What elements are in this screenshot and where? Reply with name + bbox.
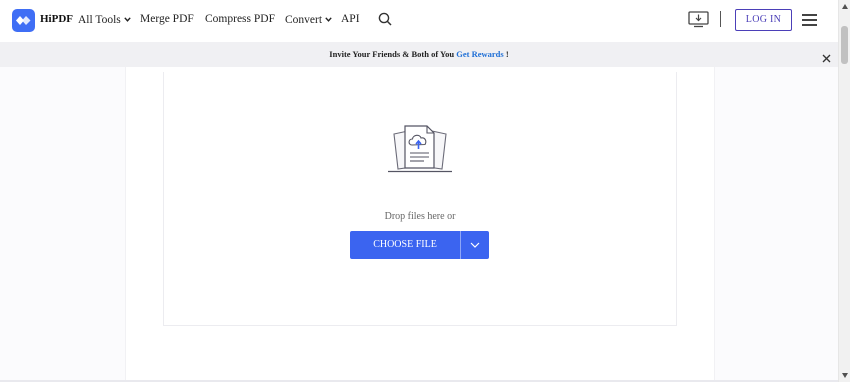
banner-text-end: !: [503, 49, 509, 59]
nav-convert[interactable]: Convert: [285, 13, 332, 26]
get-rewards-link[interactable]: Get Rewards: [456, 49, 503, 59]
nav-merge-pdf[interactable]: Merge PDF: [140, 13, 194, 25]
hipdf-logo-icon[interactable]: [12, 9, 35, 32]
download-desktop-icon[interactable]: [688, 11, 709, 28]
drop-files-text: Drop files here or: [384, 211, 456, 222]
nav-all-tools-label: All Tools: [78, 14, 121, 26]
file-drop-zone[interactable]: [163, 72, 677, 326]
nav-compress-pdf[interactable]: Compress PDF: [205, 13, 275, 25]
vertical-scrollbar[interactable]: [838, 0, 850, 382]
brand-name[interactable]: HiPDF: [40, 13, 73, 25]
header-divider: [720, 11, 721, 27]
banner-text: Invite Your Friends & Both of You Get Re…: [0, 49, 838, 59]
login-button[interactable]: LOG IN: [735, 9, 792, 31]
search-icon[interactable]: [378, 12, 392, 26]
choose-file-dropdown-button[interactable]: [460, 231, 489, 259]
chevron-down-icon: [124, 13, 131, 25]
banner-text-start: Invite Your Friends & Both of You: [329, 49, 457, 59]
promo-banner: Invite Your Friends & Both of You Get Re…: [0, 42, 838, 67]
cloud-upload-document-icon: [386, 122, 454, 174]
hamburger-menu-icon[interactable]: [802, 14, 817, 27]
chevron-down-icon: [470, 242, 480, 248]
scrollbar-thumb[interactable]: [841, 26, 848, 64]
nav-all-tools[interactable]: All Tools: [78, 13, 131, 26]
chevron-down-icon: [325, 13, 332, 25]
scroll-down-arrow-icon[interactable]: [842, 373, 848, 378]
nav-convert-label: Convert: [285, 14, 323, 26]
scroll-up-arrow-icon[interactable]: [842, 4, 848, 9]
choose-file-button[interactable]: CHOOSE FILE: [350, 231, 460, 259]
nav-api[interactable]: API: [341, 13, 360, 25]
top-navbar: HiPDF All Tools Merge PDF Compress PDF C…: [0, 0, 838, 42]
close-icon[interactable]: [822, 50, 831, 63]
